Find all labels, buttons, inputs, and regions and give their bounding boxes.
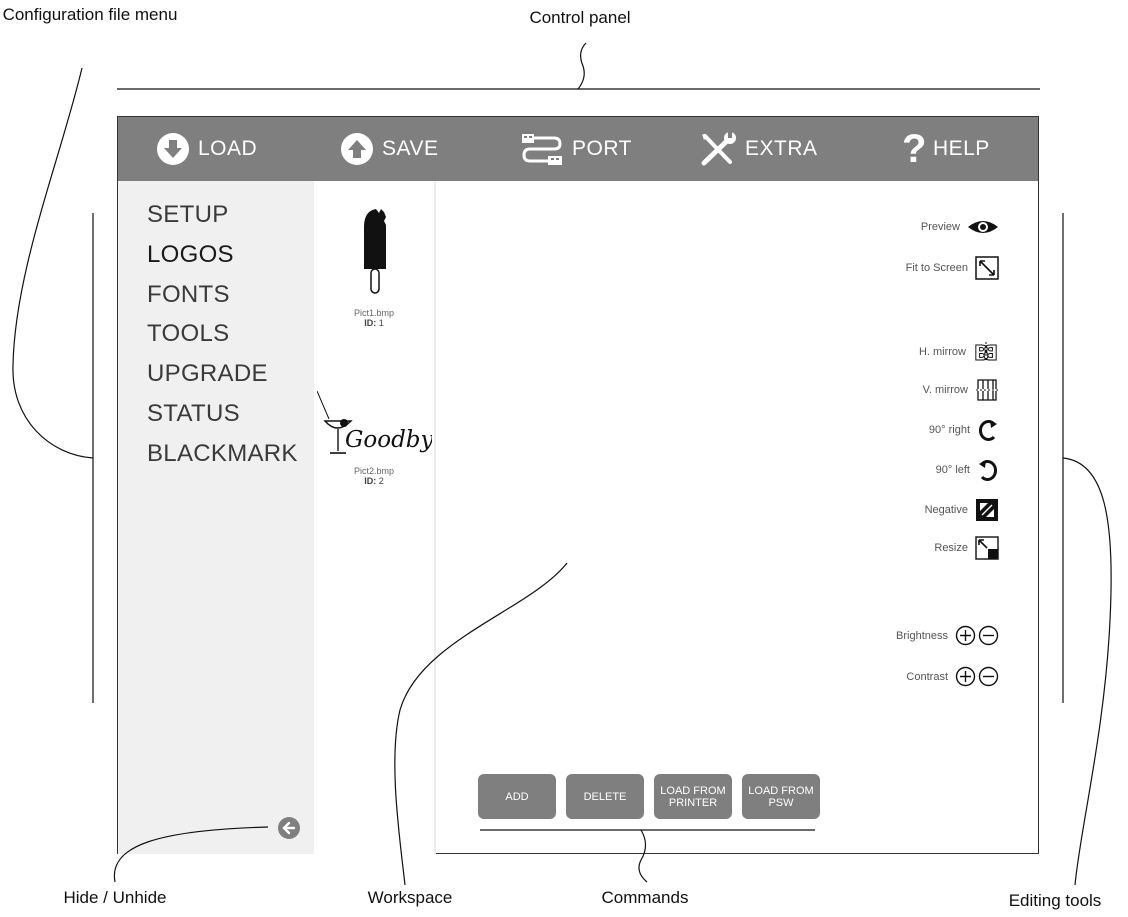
save-label: SAVE bbox=[382, 137, 439, 160]
negative-image-icon bbox=[975, 498, 999, 522]
contrast-plus-icon[interactable] bbox=[955, 666, 976, 687]
callout-control-panel: Control panel bbox=[529, 8, 631, 27]
popsicle-image-icon bbox=[364, 209, 386, 294]
contrast-tool: Contrast bbox=[906, 666, 999, 687]
fit-to-screen-tool[interactable]: Fit to Screen bbox=[906, 256, 999, 280]
menu-item-fonts[interactable]: FONTS bbox=[147, 281, 230, 309]
help-button[interactable]: ? HELP bbox=[902, 117, 990, 181]
cocktail-glass-image-icon: Goodbye bbox=[316, 390, 447, 454]
callout-editing-tools: Editing tools bbox=[1008, 891, 1102, 910]
svg-text:B: B bbox=[983, 341, 998, 365]
contrast-minus-icon[interactable] bbox=[978, 666, 999, 687]
download-arrow-icon bbox=[157, 133, 189, 165]
save-button[interactable]: SAVE bbox=[340, 117, 438, 181]
callout-hide-unhide: Hide / Unhide bbox=[63, 888, 167, 907]
rotate-counterclockwise-icon bbox=[977, 458, 999, 482]
contrast-label: Contrast bbox=[906, 670, 948, 683]
brightness-minus-icon[interactable] bbox=[978, 625, 999, 646]
vertical-mirror-icon bbox=[975, 377, 999, 403]
workspace-area: Preview Fit to Screen H. mirrow BB V. mi… bbox=[436, 181, 1039, 854]
load-from-psw-button[interactable]: LOAD FROM PSW bbox=[742, 774, 820, 819]
thumbnail-id: ID: 1 bbox=[364, 318, 384, 328]
load-label: LOAD bbox=[198, 137, 258, 160]
rotate-clockwise-icon bbox=[977, 418, 999, 442]
control-panel-toolbar: LOAD SAVE PORT EXTRA ? HELP bbox=[118, 117, 1038, 181]
horizontal-mirror-icon: BB bbox=[973, 339, 999, 366]
h-mirror-label: H. mirrow bbox=[918, 346, 966, 358]
goodbye-art-text: Goodbye bbox=[345, 427, 432, 453]
resize-icon bbox=[975, 536, 999, 560]
menu-item-upgrade[interactable]: UPGRADE bbox=[147, 360, 268, 388]
extra-label: EXTRA bbox=[745, 137, 818, 160]
add-button[interactable]: ADD bbox=[478, 774, 556, 819]
delete-button[interactable]: DELETE bbox=[566, 774, 644, 819]
logo-thumbnail-list: Pict1.bmp ID: 1 Goodbye Pict2.bmp ID: 2 bbox=[314, 181, 447, 854]
resize-tool[interactable]: Resize bbox=[934, 536, 999, 560]
v-mirror-label: V. mirrow bbox=[922, 384, 968, 396]
callout-configuration-file-menu: Configuration file menu bbox=[2, 5, 178, 24]
rotate-right-tool[interactable]: 90° right bbox=[929, 418, 999, 442]
rotate-left-label: 90° left bbox=[935, 464, 970, 476]
negative-tool[interactable]: Negative bbox=[925, 498, 999, 522]
brightness-tool: Brightness bbox=[896, 625, 999, 646]
extra-button[interactable]: EXTRA bbox=[699, 117, 818, 181]
port-label: PORT bbox=[572, 137, 632, 160]
upload-arrow-icon bbox=[341, 133, 373, 165]
tools-wrench-screwdriver-icon bbox=[701, 132, 736, 166]
preview-label: Preview bbox=[920, 221, 960, 233]
menu-item-blackmark[interactable]: BLACKMARK bbox=[147, 440, 298, 468]
thumbnail-id: ID: 2 bbox=[364, 476, 384, 486]
load-button[interactable]: LOAD bbox=[156, 117, 257, 181]
usb-cable-icon bbox=[522, 134, 562, 165]
menu-item-tools[interactable]: TOOLS bbox=[147, 320, 229, 348]
eye-icon bbox=[967, 219, 999, 235]
negative-label: Negative bbox=[924, 504, 968, 516]
menu-item-setup[interactable]: SETUP bbox=[147, 201, 229, 229]
menu-item-logos[interactable]: LOGOS bbox=[147, 241, 234, 269]
rotate-right-label: 90° right bbox=[928, 424, 970, 436]
h-mirror-tool[interactable]: H. mirrow BB bbox=[918, 339, 999, 366]
callout-workspace: Workspace bbox=[367, 888, 453, 907]
menu-item-status[interactable]: STATUS bbox=[147, 400, 240, 428]
configuration-menu-sidebar: SETUP LOGOS FONTS TOOLS UPGRADE STATUS B… bbox=[118, 181, 314, 854]
v-mirror-tool[interactable]: V. mirrow bbox=[923, 377, 999, 403]
thumbnail-filename: Pict1.bmp bbox=[353, 308, 395, 318]
callout-commands: Commands bbox=[601, 888, 689, 907]
brightness-plus-icon[interactable] bbox=[955, 625, 976, 646]
thumbnail-filename: Pict2.bmp bbox=[353, 466, 395, 476]
hide-unhide-button[interactable] bbox=[278, 817, 300, 839]
resize-label: Resize bbox=[934, 542, 968, 554]
port-button[interactable]: PORT bbox=[520, 117, 632, 181]
fit-to-screen-label: Fit to Screen bbox=[905, 262, 968, 274]
question-mark-icon: ? bbox=[902, 127, 927, 171]
rotate-left-tool[interactable]: 90° left bbox=[936, 458, 999, 482]
left-arrow-icon bbox=[282, 821, 296, 835]
thumbnail-pict2[interactable]: Goodbye Pict2.bmp ID: 2 bbox=[314, 390, 447, 486]
thumbnail-pict1[interactable]: Pict1.bmp ID: 1 bbox=[314, 203, 434, 328]
expand-diagonal-icon bbox=[975, 256, 999, 280]
help-label: HELP bbox=[932, 137, 990, 160]
preview-tool[interactable]: Preview bbox=[921, 219, 999, 235]
application-window: LOAD SAVE PORT EXTRA ? HELP SETUP LOGOS … bbox=[117, 116, 1039, 854]
brightness-label: Brightness bbox=[896, 629, 948, 642]
load-from-printer-button[interactable]: LOAD FROM PRINTER bbox=[654, 774, 732, 819]
